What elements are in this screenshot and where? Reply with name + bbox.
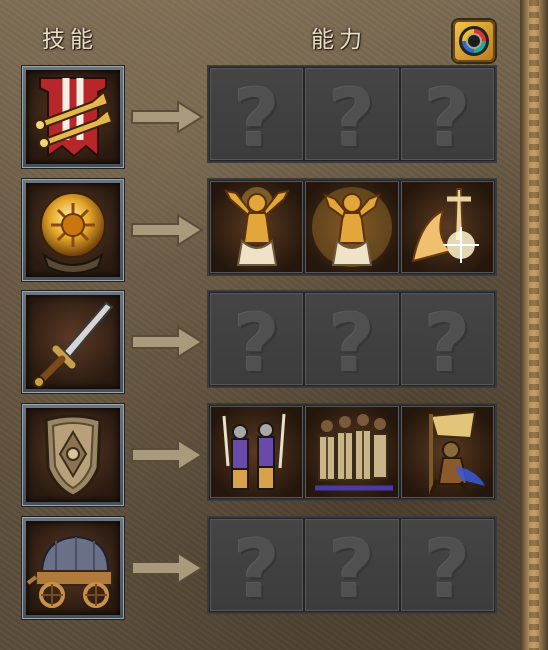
color-wheel-button[interactable] — [453, 20, 495, 62]
ability-column-title: 能力 — [311, 27, 367, 53]
holy-strike-icon — [411, 188, 479, 263]
ability-slot-unlocked[interactable] — [210, 181, 304, 273]
skill-row — [0, 403, 520, 508]
locked-question-icon: ? — [233, 523, 280, 611]
golden-angel-glow-icon — [312, 187, 393, 267]
ability-slot-locked[interactable]: ? — [400, 68, 494, 160]
ability-slot-unlocked[interactable] — [305, 406, 399, 498]
crystal-ball-sun-icon — [40, 192, 106, 274]
ability-slot-locked[interactable]: ? — [305, 519, 399, 611]
skill-row: ? ? ? — [0, 65, 520, 170]
ability-slot-locked[interactable]: ? — [210, 293, 304, 385]
ability-slots — [207, 403, 497, 501]
ability-slot-locked[interactable]: ? — [305, 68, 399, 160]
ability-slot-unlocked[interactable] — [400, 406, 494, 498]
locked-question-icon: ? — [424, 523, 471, 611]
trumpets-banner-icon — [34, 77, 114, 159]
skill-ability-panel: 技能 能力 ? ? ? ? ? ? ? ? ? — [0, 0, 548, 650]
arrow-right-icon — [131, 325, 204, 359]
ability-slots: ? ? ? — [207, 290, 497, 388]
arrow-right-icon — [131, 213, 204, 247]
locked-question-icon: ? — [424, 297, 471, 385]
swordsmen-squad-icon — [222, 413, 286, 490]
sword-icon — [33, 301, 114, 388]
skill-row: ? ? ? — [0, 516, 520, 621]
ability-slot-unlocked[interactable] — [400, 181, 494, 273]
ability-slot-locked[interactable]: ? — [305, 293, 399, 385]
skill-slot[interactable] — [22, 517, 124, 619]
covered-wagon-icon — [26, 535, 113, 608]
charging-knight-icon — [428, 410, 485, 496]
color-wheel-icon — [459, 26, 489, 56]
skill-slot[interactable] — [22, 66, 124, 168]
ability-slot-unlocked[interactable] — [305, 181, 399, 273]
locked-question-icon: ? — [328, 72, 376, 160]
locked-question-icon: ? — [233, 72, 280, 160]
ability-slot-locked[interactable]: ? — [210, 68, 304, 160]
ability-slot-locked[interactable]: ? — [400, 293, 494, 385]
locked-question-icon: ? — [328, 297, 376, 385]
golden-angel-icon — [224, 187, 290, 266]
skill-slot[interactable] — [22, 179, 124, 281]
skill-row — [0, 178, 520, 283]
ability-slot-unlocked[interactable] — [210, 406, 304, 498]
skill-slot[interactable] — [22, 404, 124, 506]
shield-wall-icon — [315, 414, 394, 491]
skill-slot[interactable] — [22, 291, 124, 393]
ability-slot-locked[interactable]: ? — [210, 519, 304, 611]
arrow-right-icon — [131, 100, 204, 134]
locked-question-icon: ? — [233, 297, 280, 385]
ability-slots: ? ? ? — [207, 516, 497, 614]
shield-icon — [44, 414, 102, 498]
skill-column-title: 技能 — [42, 27, 98, 53]
arrow-right-icon — [131, 551, 204, 585]
arrow-right-icon — [131, 438, 204, 472]
ability-slot-locked[interactable]: ? — [400, 519, 494, 611]
locked-question-icon: ? — [424, 72, 471, 160]
ability-slots — [207, 178, 497, 276]
locked-question-icon: ? — [328, 523, 376, 611]
ability-slots: ? ? ? — [207, 65, 497, 163]
skill-row: ? ? ? — [0, 290, 520, 395]
ornate-frame-right — [520, 0, 548, 650]
